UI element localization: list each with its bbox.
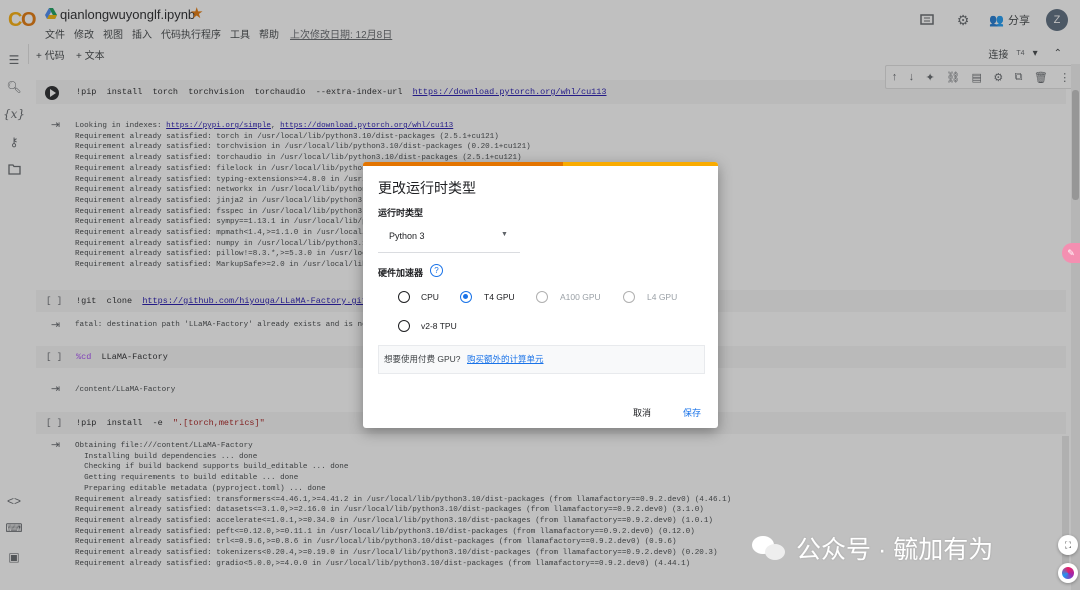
radio-cpu-label[interactable]: CPU bbox=[421, 292, 439, 302]
screenshot-icon[interactable]: ⛶ bbox=[1058, 535, 1078, 555]
radio-t4-gpu-label[interactable]: T4 GPU bbox=[484, 292, 515, 302]
paid-gpu-text: 想要使用付费 GPU? bbox=[384, 354, 461, 364]
radio-t4-gpu[interactable] bbox=[460, 291, 472, 303]
save-button[interactable]: 保存 bbox=[683, 406, 701, 419]
radio-l4-gpu bbox=[623, 291, 635, 303]
change-runtime-dialog: 更改运行时类型 运行时类型 Python 3 ▼ 硬件加速器 ? CPU T4 … bbox=[363, 162, 718, 428]
hardware-accelerator-label: 硬件加速器 bbox=[378, 268, 424, 278]
buy-compute-units-link[interactable]: 购买额外的计算单元 bbox=[467, 353, 544, 365]
radio-v2-8-tpu[interactable] bbox=[398, 320, 410, 332]
radio-v2-8-tpu-label[interactable]: v2-8 TPU bbox=[421, 321, 457, 331]
dropdown-caret-icon[interactable]: ▼ bbox=[501, 231, 508, 238]
cancel-button[interactable]: 取消 bbox=[633, 406, 651, 419]
radio-cpu[interactable] bbox=[398, 291, 410, 303]
radio-a100-gpu bbox=[536, 291, 548, 303]
runtime-type-value[interactable]: Python 3 bbox=[389, 231, 425, 241]
radio-l4-gpu-label: L4 GPU bbox=[647, 292, 678, 302]
watermark-text: 公众号 · 毓加有为 bbox=[796, 536, 994, 564]
wechat-watermark: 公众号 · 毓加有为 bbox=[752, 530, 993, 566]
runtime-type-label: 运行时类型 bbox=[378, 208, 424, 218]
help-icon[interactable]: ? bbox=[430, 264, 443, 277]
wechat-logo-icon bbox=[752, 534, 788, 562]
dialog-title: 更改运行时类型 bbox=[378, 180, 476, 196]
dialog-top-bar bbox=[363, 162, 718, 166]
assistant-icon[interactable] bbox=[1058, 563, 1078, 583]
radio-a100-gpu-label: A100 GPU bbox=[560, 292, 601, 302]
translate-side-tab[interactable]: ✎ bbox=[1062, 243, 1080, 263]
